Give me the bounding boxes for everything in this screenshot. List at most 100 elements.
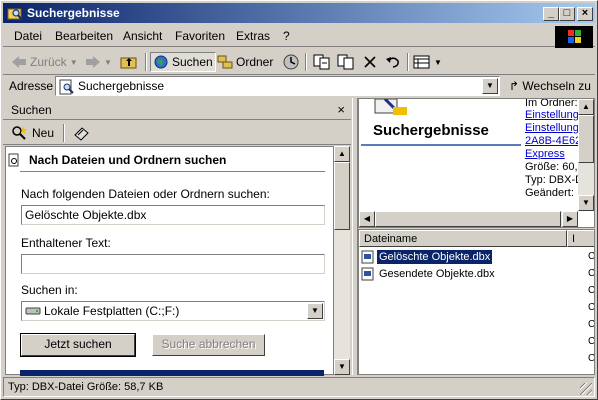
pane-toolbar-separator	[63, 124, 65, 142]
search-pane-scrollbar[interactable]: ▲ ▼	[334, 146, 350, 375]
views-button[interactable]: ▼	[413, 52, 442, 72]
info-type: Typ: DBX-D	[525, 174, 584, 186]
info-link[interactable]: Express	[525, 148, 565, 160]
history-button[interactable]	[282, 52, 300, 72]
lookin-select[interactable]: Lokale Festplatten (C:;F:) ▼	[21, 301, 325, 321]
views-dropdown-icon[interactable]: ▼	[434, 58, 442, 67]
search-form: Nach Dateien und Ordnern suchen Nach fol…	[5, 146, 334, 376]
containing-text-label: Enthaltener Text:	[21, 236, 111, 250]
search-doc-icon	[8, 153, 19, 167]
results-scrollbar[interactable]: C C C C C C C	[578, 247, 594, 374]
svg-text:C: C	[588, 285, 594, 296]
column-filename[interactable]: Dateiname	[359, 230, 567, 247]
scroll-thumb[interactable]	[375, 211, 561, 227]
back-dropdown-icon[interactable]: ▼	[70, 58, 78, 67]
search-pane-header: Suchen ×	[3, 98, 351, 120]
containing-text-input[interactable]	[21, 254, 325, 274]
new-search-button[interactable]: Neu	[11, 123, 54, 143]
search-section-title: Nach Dateien und Ordnern suchen	[29, 153, 227, 167]
up-folder-button[interactable]	[120, 52, 138, 72]
menu-extras[interactable]: Extras	[236, 29, 270, 43]
info-link[interactable]: 2A8B-4E62	[525, 135, 581, 147]
scroll-left-icon[interactable]: ◀	[359, 211, 375, 227]
go-arrow-icon: ↱	[509, 79, 520, 93]
scroll-down-icon[interactable]: ▼	[334, 359, 350, 375]
lookin-label: Suchen in:	[21, 283, 78, 297]
section-divider	[20, 171, 325, 172]
minimize-button[interactable]: _	[543, 7, 559, 21]
search-assistant-button[interactable]	[73, 123, 91, 143]
folders-button[interactable]: Ordner	[217, 52, 273, 72]
up-folder-icon	[120, 57, 137, 69]
scroll-right-icon[interactable]: ▶	[562, 211, 578, 227]
move-to-icon	[313, 54, 330, 70]
scroll-down-icon[interactable]: ▼	[578, 195, 594, 211]
status-bar: Typ: DBX-Datei Größe: 58,7 KB	[3, 377, 595, 397]
svg-text:C: C	[588, 251, 594, 262]
column-folder[interactable]: I	[567, 230, 594, 247]
go-label: Wechseln zu	[522, 79, 591, 93]
forward-dropdown-icon[interactable]: ▼	[104, 58, 112, 67]
address-label: Adresse	[9, 79, 54, 93]
maximize-button[interactable]: □	[559, 7, 575, 21]
back-button[interactable]: Zurück ▼	[11, 52, 78, 72]
copy-to-icon	[337, 54, 354, 70]
search-now-button[interactable]: Jetzt suchen	[20, 333, 136, 357]
info-link[interactable]: Einstellung	[525, 122, 579, 134]
undo-button[interactable]	[384, 52, 402, 72]
search-options-header[interactable]	[20, 370, 324, 376]
info-link[interactable]: Einstellung	[525, 109, 579, 121]
scroll-thumb[interactable]	[334, 162, 350, 230]
menu-ansicht[interactable]: Ansicht	[123, 29, 162, 43]
status-text: Typ: DBX-Datei Größe: 58,7 KB	[8, 381, 164, 393]
resize-grip-icon[interactable]	[580, 383, 592, 395]
result-filename: Gelöschte Objekte.dbx	[377, 250, 493, 264]
folders-label: Ordner	[236, 55, 274, 69]
title-bar[interactable]: Suchergebnisse _ □ ×	[3, 3, 595, 23]
scroll-thumb[interactable]	[578, 115, 594, 163]
address-dropdown-icon[interactable]: ▼	[482, 78, 498, 94]
scroll-up-icon[interactable]: ▲	[578, 99, 594, 115]
menu-bearbeiten[interactable]: Bearbeiten	[55, 29, 113, 43]
address-input[interactable]: Suchergebnisse ▼	[55, 76, 500, 96]
scroll-up-icon[interactable]: ▲	[334, 146, 350, 162]
stop-search-button[interactable]: Suche abbrechen	[152, 334, 265, 356]
forward-arrow-icon	[86, 56, 100, 68]
info-size: Größe: 60,	[525, 161, 578, 173]
info-pane-scrollbar[interactable]: ▲ ▼	[578, 99, 594, 211]
undo-icon	[386, 57, 399, 68]
menu-datei[interactable]: Datei	[14, 29, 42, 43]
info-pane: Suchergebnisse Im Ordner: Einstellung Ei…	[358, 98, 595, 228]
svg-text:C: C	[588, 353, 594, 364]
search-pane-close-icon[interactable]: ×	[337, 102, 345, 117]
new-search-label: Neu	[32, 126, 55, 140]
move-to-button[interactable]	[313, 52, 331, 72]
go-button[interactable]: ↱ Wechseln zu	[509, 79, 591, 93]
result-row[interactable]: Gesendete Objekte.dbx	[361, 266, 497, 282]
menu-help[interactable]: ?	[283, 29, 290, 43]
forward-button[interactable]: ▼	[85, 52, 112, 72]
delete-button[interactable]	[362, 52, 378, 72]
history-icon	[283, 54, 299, 70]
info-pane-hscrollbar[interactable]: ◀ ▶	[359, 211, 578, 227]
toolbar-separator	[305, 53, 307, 71]
menu-favoriten[interactable]: Favoriten	[175, 29, 225, 43]
result-row[interactable]: Gelöschte Objekte.dbx	[361, 249, 493, 265]
filename-label: Nach folgenden Dateien oder Ordnern such…	[21, 187, 270, 201]
copy-to-button[interactable]	[337, 52, 355, 72]
lookin-dropdown-icon[interactable]: ▼	[307, 303, 323, 319]
close-button[interactable]: ×	[577, 7, 593, 21]
windows-logo	[555, 26, 593, 48]
results-list: Dateiname I Gelöschte Objekte.dbx Gesend…	[358, 229, 595, 375]
svg-text:C: C	[588, 319, 594, 330]
dbx-file-icon	[361, 267, 374, 281]
search-pane-title: Suchen	[11, 103, 52, 117]
search-globe-icon	[154, 55, 168, 69]
filename-input[interactable]: Gelöschte Objekte.dbx	[21, 205, 325, 225]
lookin-value: Lokale Festplatten (C:;F:)	[44, 304, 180, 318]
back-label: Zurück	[30, 55, 67, 69]
info-title-underline	[361, 144, 521, 146]
search-pane: Suchen × Neu Nach Dateien und Ordnern su…	[3, 98, 351, 376]
svg-text:C: C	[588, 268, 594, 279]
search-button[interactable]: Suchen	[150, 52, 216, 72]
